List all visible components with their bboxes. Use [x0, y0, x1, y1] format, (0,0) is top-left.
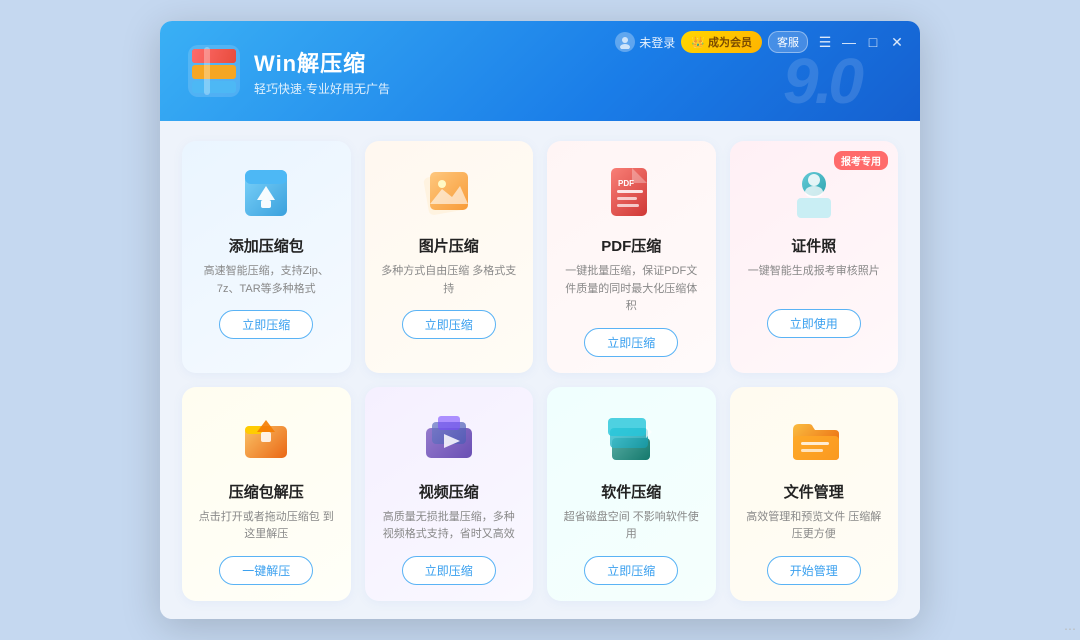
card-image-compress: 图片压缩 多种方式自由压缩 多格式支持 立即压缩	[365, 141, 534, 373]
add-zip-btn[interactable]: 立即压缩	[219, 310, 313, 339]
unzip-desc: 点击打开或者拖动压缩包 到这里解压	[196, 509, 337, 544]
image-compress-icon	[419, 163, 479, 223]
pdf-compress-desc: 一键批量压缩，保证PDF文件质量的同时最大化压缩体积	[561, 263, 702, 316]
image-compress-desc: 多种方式自由压缩 多格式支持	[379, 263, 520, 298]
id-photo-title: 证件照	[791, 235, 836, 256]
header: Win解压缩 轻巧快速·专业好用无广告 9.0 未登录	[160, 21, 920, 121]
video-compress-btn[interactable]: 立即压缩	[402, 556, 496, 585]
card-video-compress: 视频压缩 高质量无损批量压缩，多种视频格式支持，省时又高效 立即压缩	[365, 387, 534, 601]
user-area: 未登录 👑 成为会员 客服	[615, 31, 808, 53]
file-manage-btn[interactable]: 开始管理	[767, 556, 861, 585]
image-compress-title: 图片压缩	[419, 235, 479, 256]
file-manage-desc: 高效管理和预览文件 压缩解压更方便	[744, 509, 885, 544]
minimize-button[interactable]: —	[840, 33, 858, 51]
card-soft-compress: 软件压缩 超省磁盘空间 不影响软件使用 立即压缩	[547, 387, 716, 601]
close-button[interactable]: ✕	[888, 33, 906, 51]
menu-button[interactable]: ☰	[816, 33, 834, 51]
header-controls: 未登录 👑 成为会员 客服 ☰ — □	[615, 31, 906, 53]
video-compress-icon	[419, 409, 479, 469]
file-manage-icon	[784, 409, 844, 469]
menu-icon: ☰	[819, 34, 832, 51]
app-title-area: Win解压缩 轻巧快速·专业好用无广告	[254, 46, 390, 97]
app-logo: Win解压缩 轻巧快速·专业好用无广告	[160, 45, 390, 97]
pdf-compress-title: PDF压缩	[601, 235, 661, 256]
soft-compress-title: 软件压缩	[601, 481, 661, 502]
soft-compress-icon	[601, 409, 661, 469]
guest-button[interactable]: 客服	[768, 31, 808, 53]
user-login-label: 未登录	[639, 34, 675, 51]
feature-grid: 添加压缩包 高速智能压缩，支持Zip、7z、TAR等多种格式 立即压缩	[182, 141, 898, 601]
card-add-zip: 添加压缩包 高速智能压缩，支持Zip、7z、TAR等多种格式 立即压缩	[182, 141, 351, 373]
id-photo-btn[interactable]: 立即使用	[767, 309, 861, 338]
file-manage-title: 文件管理	[784, 481, 844, 502]
window-controls: ☰ — □ ✕	[816, 33, 906, 51]
card-id-photo: 报考专用 证件照	[730, 141, 899, 373]
unzip-icon	[236, 409, 296, 469]
maximize-icon: □	[869, 34, 877, 50]
user-login-button[interactable]: 未登录	[615, 32, 675, 52]
soft-compress-desc: 超省磁盘空间 不影响软件使用	[561, 509, 702, 544]
card-pdf-compress: PDF PDF压缩 一键批量压缩，保证PDF文件质量的同时最大化压缩体积 立即压…	[547, 141, 716, 373]
minimize-icon: —	[842, 34, 856, 50]
video-compress-desc: 高质量无损批量压缩，多种视频格式支持，省时又高效	[379, 509, 520, 544]
add-zip-desc: 高速智能压缩，支持Zip、7z、TAR等多种格式	[196, 263, 337, 298]
maximize-button[interactable]: □	[864, 33, 882, 51]
video-compress-title: 视频压缩	[419, 481, 479, 502]
vip-button[interactable]: 👑 成为会员	[681, 31, 762, 53]
unzip-title: 压缩包解压	[229, 481, 304, 502]
vip-label: 成为会员	[708, 34, 752, 50]
crown-icon: 👑	[691, 36, 705, 49]
svg-text:PDF: PDF	[618, 179, 634, 188]
app-window: Win解压缩 轻巧快速·专业好用无广告 9.0 未登录	[160, 21, 920, 619]
app-logo-icon	[188, 45, 240, 97]
card-file-manage: 文件管理 高效管理和预览文件 压缩解压更方便 开始管理	[730, 387, 899, 601]
exam-badge: 报考专用	[834, 151, 888, 170]
pdf-compress-icon: PDF	[601, 163, 661, 223]
main-content: 添加压缩包 高速智能压缩，支持Zip、7z、TAR等多种格式 立即压缩	[160, 121, 920, 619]
version-watermark: 9.0	[783, 49, 860, 113]
soft-compress-btn[interactable]: 立即压缩	[584, 556, 678, 585]
id-photo-desc: 一键智能生成报考审核照片	[748, 263, 880, 297]
close-icon: ✕	[891, 34, 903, 51]
id-photo-icon	[784, 163, 844, 223]
add-zip-title: 添加压缩包	[229, 235, 304, 256]
user-avatar	[615, 32, 635, 52]
card-unzip: 压缩包解压 点击打开或者拖动压缩包 到这里解压 一键解压	[182, 387, 351, 601]
app-title: Win解压缩	[254, 46, 390, 78]
image-compress-btn[interactable]: 立即压缩	[402, 310, 496, 339]
guest-label: 客服	[777, 37, 799, 49]
unzip-btn[interactable]: 一键解压	[219, 556, 313, 585]
app-subtitle: 轻巧快速·专业好用无广告	[254, 80, 390, 97]
pdf-compress-btn[interactable]: 立即压缩	[584, 328, 678, 357]
add-zip-icon	[236, 163, 296, 223]
